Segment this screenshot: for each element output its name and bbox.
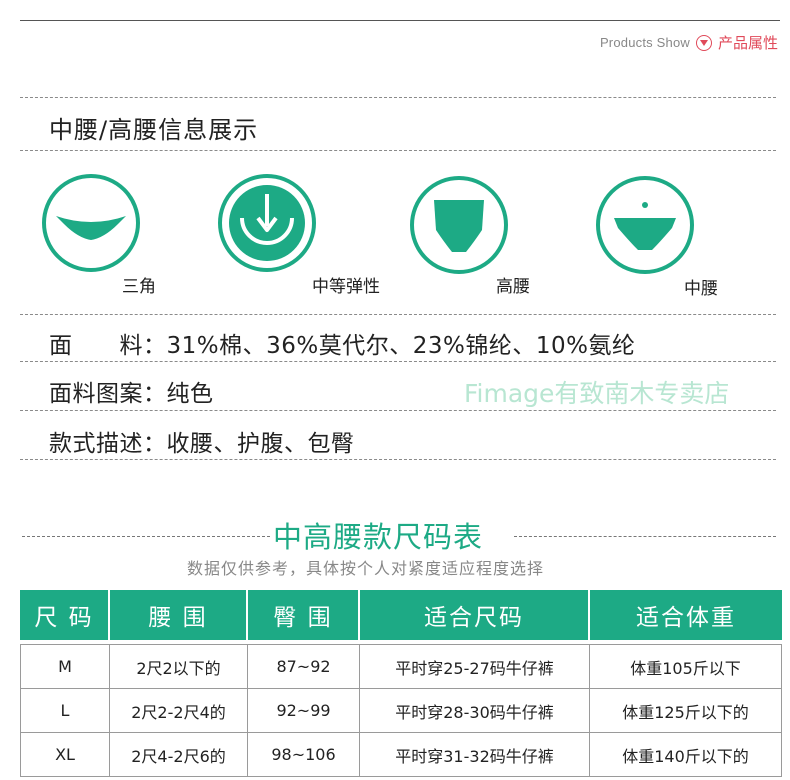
cell-waist: 2尺2以下的 bbox=[110, 645, 248, 688]
cell-fit-weight: 体重140斤以下的 bbox=[590, 733, 782, 776]
high-waist-icon bbox=[410, 176, 508, 274]
table-row: M 2尺2以下的 87~92 平时穿25-27码牛仔裤 体重105斤以下 bbox=[20, 645, 782, 689]
store-watermark: Fimage有致南木专卖店 bbox=[464, 379, 730, 408]
divider bbox=[20, 150, 776, 151]
products-show-label: Products Show bbox=[599, 35, 690, 50]
size-table-body: M 2尺2以下的 87~92 平时穿25-27码牛仔裤 体重105斤以下 L 2… bbox=[20, 644, 782, 777]
pattern-row: 面料图案：纯色 bbox=[49, 374, 214, 408]
cell-waist: 2尺2-2尺4的 bbox=[110, 689, 248, 732]
header-size: 尺 码 bbox=[20, 590, 110, 640]
cell-fit-weight: 体重105斤以下 bbox=[590, 645, 782, 688]
title-line-left bbox=[22, 536, 270, 537]
waist-info-title: 中腰/高腰信息展示 bbox=[49, 116, 259, 144]
size-table-header: 尺 码 腰 围 臀 围 适合尺码 适合体重 bbox=[20, 590, 782, 640]
cell-fit-weight: 体重125斤以下的 bbox=[590, 689, 782, 732]
chevron-down-icon bbox=[695, 34, 712, 51]
size-chart-subtitle: 数据仅供参考，具体按个人对紧度适应程度选择 bbox=[187, 559, 545, 578]
fabric-value: 31%棉、36%莫代尔、23%锦纶、10%氨纶 bbox=[166, 333, 636, 359]
size-table: 尺 码 腰 围 臀 围 适合尺码 适合体重 M 2尺2以下的 87~92 平时穿… bbox=[20, 590, 782, 777]
cell-size: M bbox=[20, 645, 110, 688]
mid-waist-icon bbox=[596, 176, 694, 274]
cell-hip: 98~106 bbox=[248, 733, 360, 776]
icon-label-triangle: 三角 bbox=[122, 277, 156, 297]
fabric-label: 面 料： bbox=[49, 333, 167, 359]
icon-label-high-waist: 高腰 bbox=[496, 277, 530, 297]
product-attributes-label: 产品属性 bbox=[717, 34, 778, 52]
style-value: 收腰、护腹、包臀 bbox=[166, 431, 355, 457]
divider bbox=[20, 314, 776, 315]
triangle-brief-icon bbox=[42, 174, 140, 272]
header-fit-weight: 适合体重 bbox=[636, 605, 736, 631]
header-waist: 腰 围 bbox=[110, 590, 248, 640]
cell-size: XL bbox=[20, 733, 110, 776]
table-row: XL 2尺4-2尺6的 98~106 平时穿31-32码牛仔裤 体重140斤以下… bbox=[20, 733, 782, 777]
fabric-row: 面 料：31%棉、36%莫代尔、23%锦纶、10%氨纶 bbox=[49, 326, 635, 360]
products-show-header: Products Show 产品属性 bbox=[600, 32, 778, 53]
cell-hip: 87~92 bbox=[248, 645, 360, 688]
cell-size: L bbox=[20, 689, 110, 732]
cell-fit-size: 平时穿25-27码牛仔裤 bbox=[360, 645, 590, 688]
icon-label-elasticity: 中等弹性 bbox=[312, 277, 380, 297]
medium-elasticity-icon bbox=[218, 174, 316, 272]
divider bbox=[20, 97, 776, 98]
pattern-value: 纯色 bbox=[166, 381, 214, 407]
pattern-label: 面料图案： bbox=[49, 381, 167, 407]
title-line-right bbox=[514, 536, 776, 537]
icon-label-mid-waist: 中腰 bbox=[684, 279, 718, 299]
cell-waist: 2尺4-2尺6的 bbox=[110, 733, 248, 776]
style-row: 款式描述：收腰、护腹、包臀 bbox=[49, 424, 355, 458]
cell-fit-size: 平时穿31-32码牛仔裤 bbox=[360, 733, 590, 776]
header-hip: 臀 围 bbox=[248, 590, 360, 640]
table-row: L 2尺2-2尺4的 92~99 平时穿28-30码牛仔裤 体重125斤以下的 bbox=[20, 689, 782, 733]
divider bbox=[20, 361, 776, 362]
cell-hip: 92~99 bbox=[248, 689, 360, 732]
divider bbox=[20, 459, 776, 460]
top-divider bbox=[20, 20, 780, 21]
cell-fit-size: 平时穿28-30码牛仔裤 bbox=[360, 689, 590, 732]
divider bbox=[20, 410, 776, 411]
style-label: 款式描述： bbox=[49, 431, 167, 457]
size-chart-title: 中高腰款尺码表 bbox=[273, 520, 484, 554]
header-fit-size: 适合尺码 bbox=[360, 590, 590, 640]
